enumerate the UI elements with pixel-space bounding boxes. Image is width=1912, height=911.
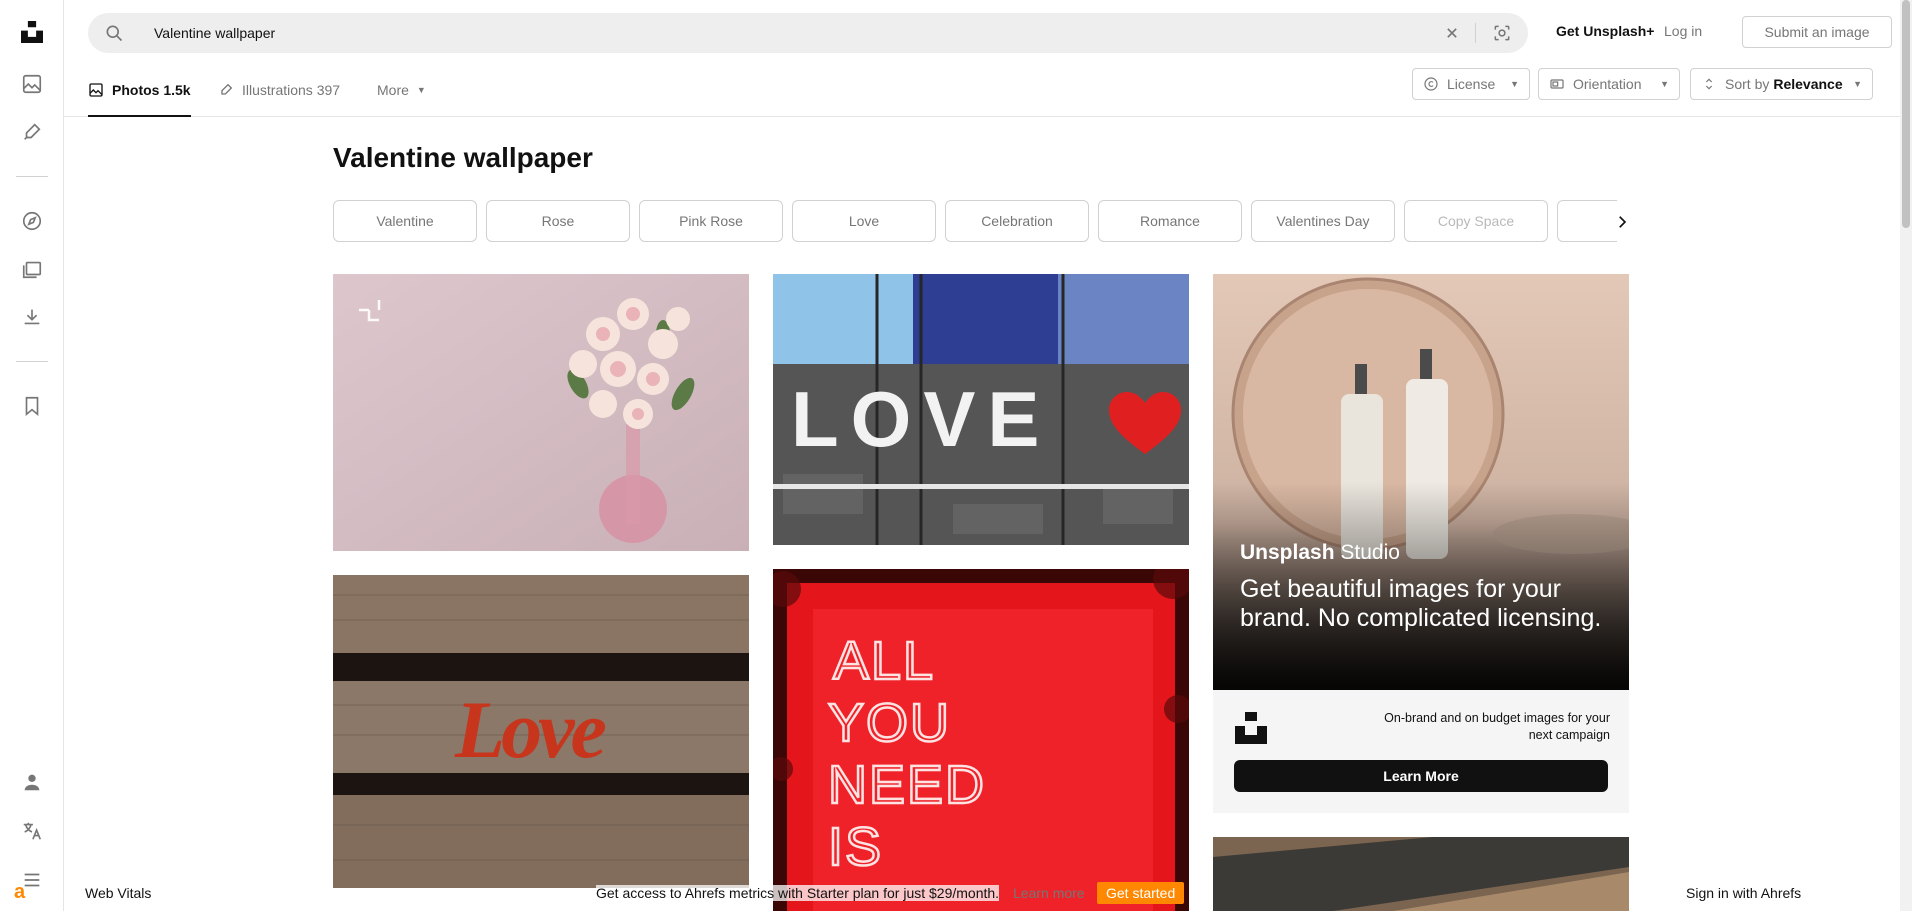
download-icon[interactable] [20,305,44,329]
related-chip[interactable]: Rose [486,200,630,242]
orientation-filter-label: Orientation [1573,76,1642,92]
tab-photos-label: Photos 1.5k [112,82,191,98]
ahrefs-logo-icon: a [14,881,26,903]
unsplash-logo-icon [1235,712,1267,744]
chevron-right-icon [1619,216,1627,228]
ad-brand-bold: Unsplash [1240,541,1335,564]
ahrefs-learn-more-link[interactable]: Learn more [1013,885,1085,901]
tab-more[interactable]: More ▼ [377,64,426,116]
ad-brand: Unsplash Studio [1240,541,1400,565]
tab-illustrations[interactable]: Illustrations 397 [218,64,340,116]
photo-card-love-planks[interactable]: Love [333,575,749,888]
chevron-down-icon: ▼ [1660,79,1669,89]
neon-line-1: ALL [833,631,935,691]
photos-icon[interactable] [20,72,44,96]
bookmark-icon[interactable] [20,394,44,418]
license-filter[interactable]: License ▼ [1412,68,1530,100]
ad-brand-rest: Studio [1334,541,1400,564]
language-icon[interactable] [20,819,44,843]
related-chip[interactable]: Pink Rose [639,200,783,242]
neon-line-4: IS [828,817,883,877]
rail-divider [16,361,48,362]
unsplash-logo-icon[interactable] [20,20,44,44]
rail-divider [16,176,48,177]
chevron-down-icon: ▼ [1510,79,1519,89]
ahrefs-promo-message: Get access to Ahrefs metrics with Starte… [596,885,1000,901]
web-vitals-label[interactable]: Web Vitals [85,885,151,901]
ad-headline: Get beautiful images for your brand. No … [1240,575,1602,632]
related-chip[interactable]: Valentine [333,200,477,242]
search-bar[interactable]: Valentine wallpaper [88,13,1528,53]
left-rail [0,0,64,911]
copyright-icon [1424,77,1438,91]
sign-in-ahrefs-link[interactable]: Sign in with Ahrefs [1686,885,1801,901]
related-chip[interactable]: Copy Space [1404,200,1548,242]
login-link[interactable]: Log in [1664,23,1702,39]
photo-card-partial[interactable] [1213,837,1629,911]
license-filter-label: License [1447,76,1496,92]
tab-more-label: More [377,82,409,98]
scrollbar-thumb[interactable] [1902,0,1910,228]
top-header: Valentine wallpaper Get Unsplash+ Log in… [64,0,1900,64]
neon-line-3: NEED [828,755,986,815]
visual-search-icon[interactable] [1492,23,1512,43]
page-title: Valentine wallpaper [333,142,593,173]
learn-more-button[interactable]: Learn More [1234,760,1608,792]
chips-next-button[interactable] [1608,208,1636,236]
love-painted-text: LOVE [791,375,1051,463]
tab-photos[interactable]: Photos 1.5k [88,64,191,117]
get-unsplash-plus-link[interactable]: Get Unsplash+ [1556,23,1654,39]
neon-line-2: YOU [828,693,951,753]
chevron-down-icon: ▼ [416,85,426,95]
photo-card-love-wood[interactable]: LOVE [773,274,1189,545]
pen-icon [221,83,233,95]
sort-value: Relevance [1773,76,1843,92]
orientation-icon [1550,79,1564,89]
orientation-filter[interactable]: Orientation ▼ [1538,68,1680,100]
sort-arrows-icon [1705,78,1713,90]
search-divider [1475,23,1476,43]
ad-subtext: On-brand and on budget images for your n… [1384,711,1610,742]
clear-search-icon[interactable] [1442,23,1462,43]
explore-compass-icon[interactable] [20,209,44,233]
sort-prefix: Sort by [1725,76,1770,92]
tab-illustrations-label: Illustrations 397 [242,82,341,98]
sort-filter[interactable]: Sort by Relevance ▼ [1690,68,1873,100]
love-letters-text: Love [454,684,605,775]
related-chip[interactable]: Celebration [945,200,1089,242]
collections-icon[interactable] [20,257,44,281]
related-chip[interactable]: Love [792,200,936,242]
get-started-button[interactable]: Get started [1097,882,1185,904]
photo-card-neon[interactable]: ALL YOU NEED IS [773,569,1189,911]
user-icon[interactable] [20,770,44,794]
related-chip[interactable]: Romance [1098,200,1242,242]
chevron-down-icon: ▼ [1853,79,1862,89]
submit-image-button[interactable]: Submit an image [1742,16,1892,48]
related-chip[interactable]: Valentines Day [1251,200,1395,242]
illustrations-pen-icon[interactable] [20,120,44,144]
search-icon[interactable] [104,23,124,43]
photos-icon [89,83,103,97]
photo-card-roses[interactable] [333,274,749,551]
search-input[interactable]: Valentine wallpaper [154,25,275,41]
